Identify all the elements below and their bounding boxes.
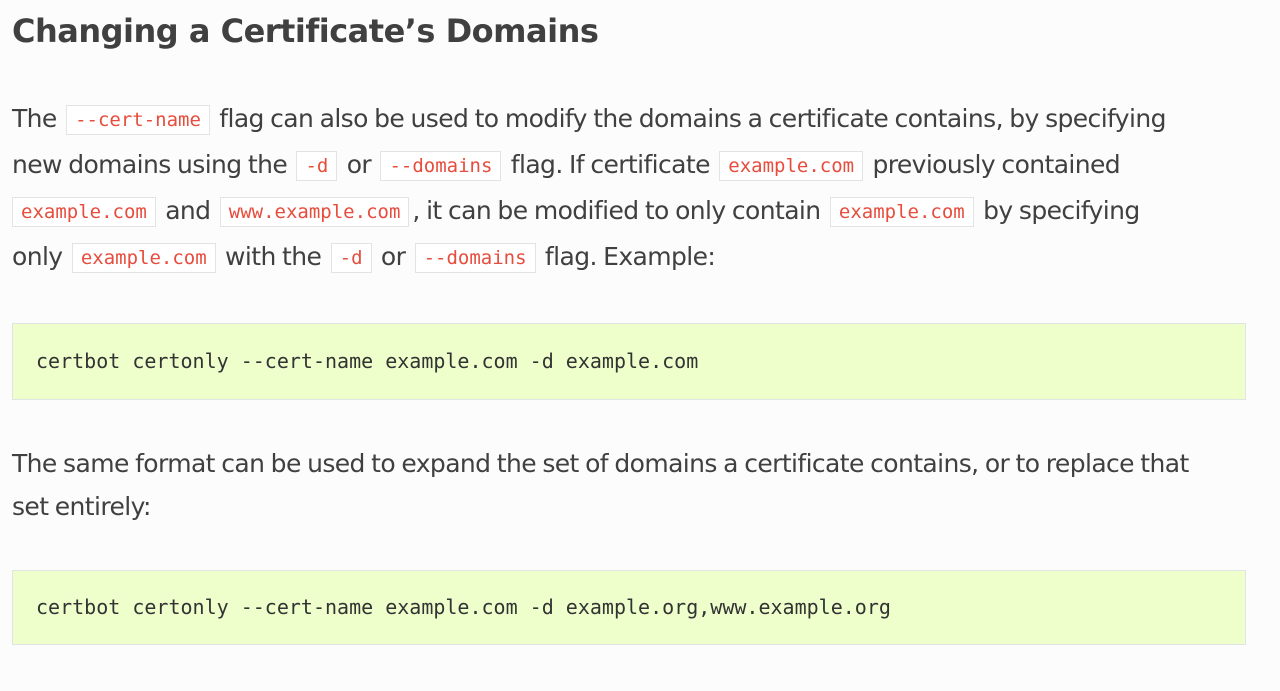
inline-code-domains-flag: --domains — [414, 243, 536, 273]
paragraph-intro: The --cert-name flag can also be used to… — [12, 96, 1252, 280]
paragraph-line-2: new domains using the -d or --domains fl… — [12, 142, 1252, 188]
code-block-text[interactable]: certbot certonly --cert-name example.com… — [13, 571, 1245, 644]
paragraph-line-1: The same format can be used to expand th… — [12, 449, 1189, 478]
paragraph-line-3: example.com and www.example.com, it can … — [12, 188, 1252, 234]
text-segment: and — [165, 196, 211, 225]
paragraph-line-1: The --cert-name flag can also be used to… — [12, 96, 1252, 142]
section-heading: Changing a Certificate’s Domains — [12, 12, 599, 50]
text-segment: or — [346, 150, 372, 179]
paragraph-line-2: set entirely: — [12, 492, 151, 521]
inline-code-example-com: example.com — [829, 197, 974, 227]
text-segment: flag. If certificate — [510, 150, 711, 179]
inline-code-domains-flag: --domains — [380, 151, 502, 181]
paragraph-line-4: only example.com with the -d or --domain… — [12, 234, 1252, 280]
inline-code-d-flag: -d — [296, 151, 338, 181]
code-block-modify: certbot certonly --cert-name example.com… — [12, 323, 1246, 400]
inline-code-d-flag: -d — [330, 243, 372, 273]
text-segment: flag can also be used to modify the doma… — [219, 104, 1166, 133]
document-page: Changing a Certificate’s Domains The --c… — [0, 0, 1280, 691]
text-segment: flag. Example: — [544, 242, 716, 271]
inline-code-example-com: example.com — [719, 151, 864, 181]
text-segment: , it can be modified to only contain — [412, 196, 821, 225]
text-segment: only — [12, 242, 63, 271]
text-segment: with the — [225, 242, 322, 271]
text-segment: The — [12, 104, 57, 133]
paragraph-expand: The same format can be used to expand th… — [12, 442, 1252, 528]
inline-code-cert-name: --cert-name — [66, 105, 210, 135]
inline-code-www-example-com: www.example.com — [219, 197, 410, 227]
text-segment: previously contained — [872, 150, 1121, 179]
text-segment: new domains using the — [12, 150, 288, 179]
text-segment: or — [380, 242, 406, 271]
code-block-expand: certbot certonly --cert-name example.com… — [12, 570, 1246, 645]
inline-code-example-com: example.com — [12, 197, 156, 227]
inline-code-example-com: example.com — [71, 243, 216, 273]
code-block-text[interactable]: certbot certonly --cert-name example.com… — [13, 324, 1245, 399]
text-segment: by specifying — [983, 196, 1140, 225]
